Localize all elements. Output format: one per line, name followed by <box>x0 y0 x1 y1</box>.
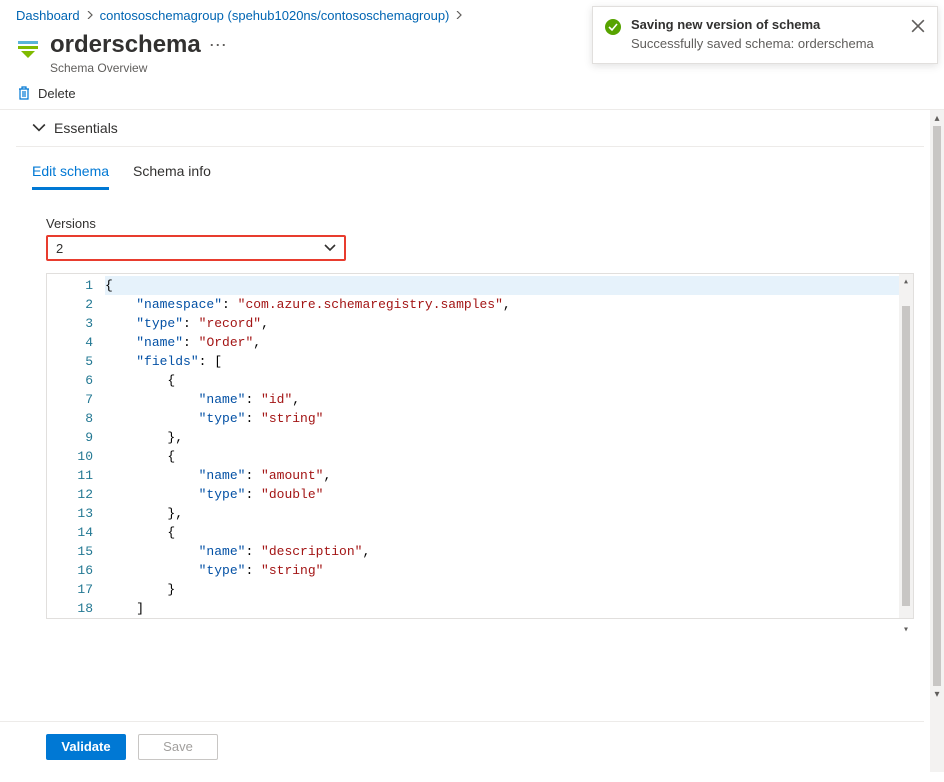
versions-label: Versions <box>46 216 928 231</box>
breadcrumb-item-schemagroup[interactable]: contososchemagroup (spehub1020ns/contoso… <box>100 8 450 23</box>
notification-toast: Saving new version of schema Successfull… <box>592 6 938 64</box>
version-select-value: 2 <box>56 241 63 256</box>
breadcrumb-item-dashboard[interactable]: Dashboard <box>16 8 80 23</box>
delete-label: Delete <box>38 86 76 101</box>
toast-body: Successfully saved schema: orderschema <box>631 36 901 51</box>
close-icon[interactable] <box>911 19 925 33</box>
versions-block: Versions 2 <box>0 190 944 261</box>
chevron-down-icon <box>324 242 336 254</box>
tab-edit-schema[interactable]: Edit schema <box>32 153 109 190</box>
tab-bar: Edit schema Schema info <box>16 153 924 190</box>
editor-scrollbar[interactable]: ▴ ▾ <box>899 274 913 618</box>
scrollbar-up-icon[interactable]: ▴ <box>930 110 944 126</box>
schema-icon <box>16 37 40 61</box>
page-scrollbar[interactable]: ▴ ▾ <box>930 110 944 772</box>
code-editor[interactable]: 123456789101112131415161718 { "namespace… <box>46 273 914 619</box>
version-select[interactable]: 2 <box>46 235 346 261</box>
page-title: orderschema <box>50 31 201 59</box>
command-bar: Delete <box>0 75 944 110</box>
chevron-right-icon <box>86 10 94 22</box>
page-subtitle: Schema Overview <box>50 61 228 75</box>
tab-schema-info[interactable]: Schema info <box>133 153 211 190</box>
scrollbar-down-icon[interactable]: ▾ <box>899 622 913 638</box>
save-button: Save <box>138 734 218 760</box>
success-icon <box>605 19 621 35</box>
chevron-down-icon <box>32 121 46 135</box>
footer-bar: Validate Save <box>0 721 924 772</box>
toast-title: Saving new version of schema <box>631 17 901 32</box>
trash-icon <box>16 85 32 101</box>
line-number-gutter: 123456789101112131415161718 <box>47 274 101 618</box>
code-area[interactable]: { "namespace": "com.azure.schemaregistry… <box>101 274 913 618</box>
scrollbar-up-icon[interactable]: ▴ <box>899 274 913 290</box>
essentials-label: Essentials <box>54 120 118 136</box>
chevron-right-icon <box>455 10 463 22</box>
scrollbar-thumb[interactable] <box>933 126 941 686</box>
content-area: Essentials Edit schema Schema info Versi… <box>0 110 944 772</box>
essentials-toggle[interactable]: Essentials <box>16 110 924 147</box>
scrollbar-down-icon[interactable]: ▾ <box>930 686 944 702</box>
scrollbar-thumb[interactable] <box>902 306 910 606</box>
delete-button[interactable]: Delete <box>16 85 76 101</box>
more-actions-button[interactable]: ⋯ <box>209 35 228 56</box>
validate-button[interactable]: Validate <box>46 734 126 760</box>
